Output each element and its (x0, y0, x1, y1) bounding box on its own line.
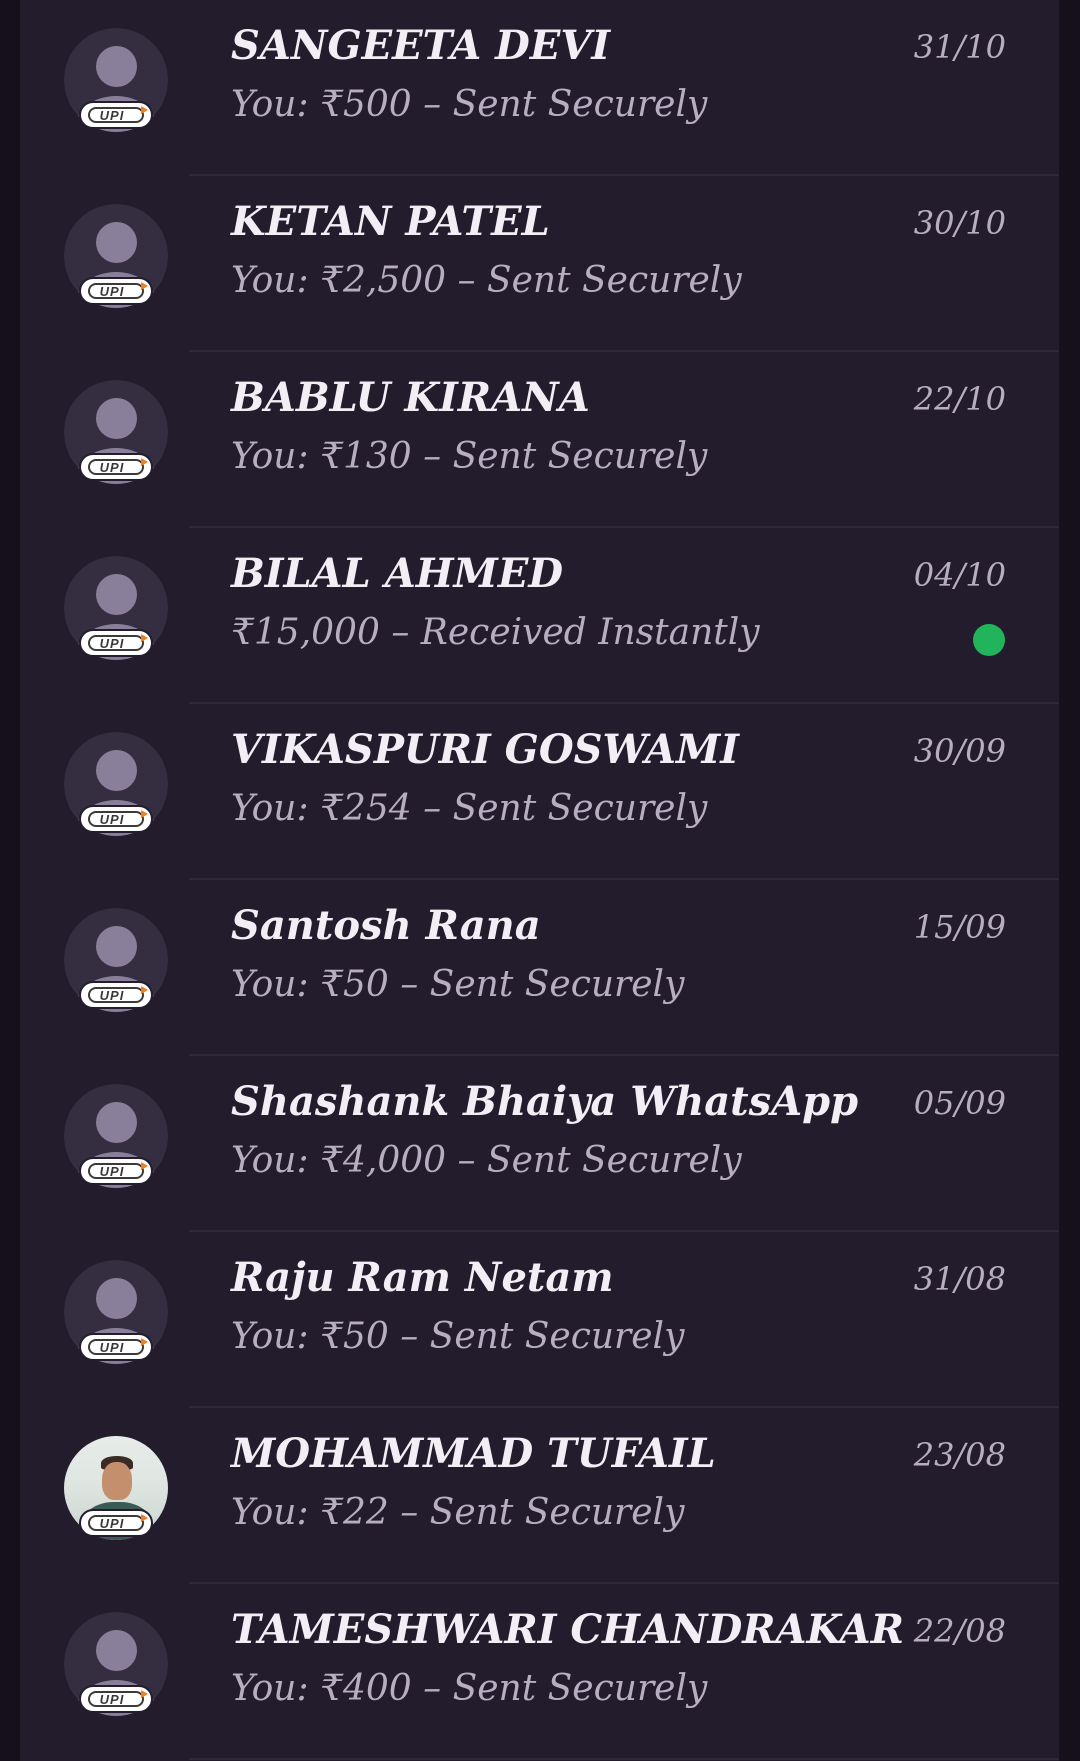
transaction-summary: You: ₹130 – Sent Securely (231, 436, 708, 477)
person-head-shape (96, 926, 137, 967)
transaction-date: 31/08 (913, 1260, 1006, 1298)
contact-name: VIKASPURI GOSWAMI (231, 726, 739, 773)
transaction-summary: You: ₹4,000 – Sent Securely (231, 1140, 742, 1181)
contact-name: SANGEETA DEVI (231, 22, 611, 69)
person-head-shape (96, 398, 137, 439)
upi-logo-icon: UPI (79, 805, 153, 833)
person-head-shape (96, 222, 137, 263)
person-head-shape (96, 1278, 137, 1319)
transaction-date: 22/10 (913, 380, 1006, 418)
transaction-row[interactable]: UPI Shashank Bhaiya WhatsApp You: ₹4,000 –… (20, 1056, 1059, 1232)
upi-logo-icon: UPI (79, 981, 153, 1009)
transaction-summary: You: ₹500 – Sent Securely (231, 84, 708, 125)
contact-name: Santosh Rana (231, 902, 541, 949)
unread-indicator-dot (973, 624, 1005, 656)
contact-name: TAMESHWARI CHANDRAKAR (231, 1606, 904, 1653)
transaction-summary: ₹15,000 – Received Instantly (231, 612, 760, 653)
upi-arrow-icon (141, 1690, 148, 1698)
transaction-history-page: UPI SANGEETA DEVI You: ₹500 – Sent Securel… (0, 0, 1080, 1761)
upi-arrow-icon (141, 282, 148, 290)
transaction-row[interactable]: UPI Santosh Rana You: ₹50 – Sent Securely 1… (20, 880, 1059, 1056)
upi-badge-label: UPI (88, 1339, 144, 1355)
row-divider (189, 1758, 1059, 1760)
contact-name: Raju Ram Netam (231, 1254, 614, 1301)
person-head-shape (96, 1630, 137, 1671)
transaction-summary: You: ₹254 – Sent Securely (231, 788, 708, 829)
transaction-date: 15/09 (913, 908, 1006, 946)
transaction-date: 04/10 (913, 556, 1006, 594)
upi-arrow-icon (141, 634, 148, 642)
upi-badge-label: UPI (88, 1515, 144, 1531)
transaction-summary: You: ₹2,500 – Sent Securely (231, 260, 742, 301)
contact-name: BILAL AHMED (231, 550, 564, 597)
transaction-date: 22/08 (913, 1612, 1006, 1650)
transaction-row[interactable]: UPI SANGEETA DEVI You: ₹500 – Sent Securel… (20, 0, 1059, 176)
transaction-row[interactable]: UPI MOHAMMAD TUFAIL You: ₹22 – Sent Secure… (20, 1408, 1059, 1584)
upi-badge-label: UPI (88, 459, 144, 475)
transaction-summary: You: ₹22 – Sent Securely (231, 1492, 685, 1533)
upi-arrow-icon (141, 1338, 148, 1346)
transaction-date: 05/09 (913, 1084, 1006, 1122)
upi-logo-icon: UPI (79, 453, 153, 481)
contact-name: MOHAMMAD TUFAIL (231, 1430, 716, 1477)
upi-arrow-icon (141, 810, 148, 818)
upi-arrow-icon (141, 106, 148, 114)
upi-arrow-icon (141, 458, 148, 466)
transaction-list: UPI SANGEETA DEVI You: ₹500 – Sent Securel… (20, 0, 1059, 1761)
upi-logo-icon: UPI (79, 1333, 153, 1361)
transaction-date: 30/09 (913, 732, 1006, 770)
upi-badge-label: UPI (88, 107, 144, 123)
upi-badge-label: UPI (88, 1163, 144, 1179)
upi-arrow-icon (141, 986, 148, 994)
upi-arrow-icon (141, 1514, 148, 1522)
upi-badge-label: UPI (88, 635, 144, 651)
person-head-shape (96, 750, 137, 791)
upi-badge-label: UPI (88, 283, 144, 299)
transaction-row[interactable]: UPI TAMESHWARI CHANDRAKAR You: ₹400 – Sent… (20, 1584, 1059, 1760)
transaction-summary: You: ₹400 – Sent Securely (231, 1668, 708, 1709)
person-head-shape (96, 574, 137, 615)
upi-badge-label: UPI (88, 987, 144, 1003)
transaction-row[interactable]: UPI BILAL AHMED ₹15,000 – Received Instant… (20, 528, 1059, 704)
transaction-row[interactable]: UPI KETAN PATEL You: ₹2,500 – Sent Securel… (20, 176, 1059, 352)
contact-name: BABLU KIRANA (231, 374, 590, 421)
upi-logo-icon: UPI (79, 1685, 153, 1713)
upi-logo-icon: UPI (79, 277, 153, 305)
transaction-summary: You: ₹50 – Sent Securely (231, 964, 685, 1005)
upi-logo-icon: UPI (79, 101, 153, 129)
transaction-date: 23/08 (913, 1436, 1006, 1474)
upi-logo-icon: UPI (79, 629, 153, 657)
photo-face (102, 1462, 132, 1500)
upi-arrow-icon (141, 1162, 148, 1170)
transaction-summary: You: ₹50 – Sent Securely (231, 1316, 685, 1357)
upi-logo-icon: UPI (79, 1509, 153, 1537)
upi-logo-icon: UPI (79, 1157, 153, 1185)
transaction-date: 31/10 (913, 28, 1006, 66)
upi-badge-label: UPI (88, 1691, 144, 1707)
transaction-row[interactable]: UPI BABLU KIRANA You: ₹130 – Sent Securely… (20, 352, 1059, 528)
contact-name: Shashank Bhaiya WhatsApp (231, 1078, 859, 1125)
person-head-shape (96, 1102, 137, 1143)
transaction-date: 30/10 (913, 204, 1006, 242)
person-head-shape (96, 46, 137, 87)
transaction-row[interactable]: UPI VIKASPURI GOSWAMI You: ₹254 – Sent Sec… (20, 704, 1059, 880)
contact-name: KETAN PATEL (231, 198, 550, 245)
transaction-row[interactable]: UPI Raju Ram Netam You: ₹50 – Sent Securel… (20, 1232, 1059, 1408)
upi-badge-label: UPI (88, 811, 144, 827)
